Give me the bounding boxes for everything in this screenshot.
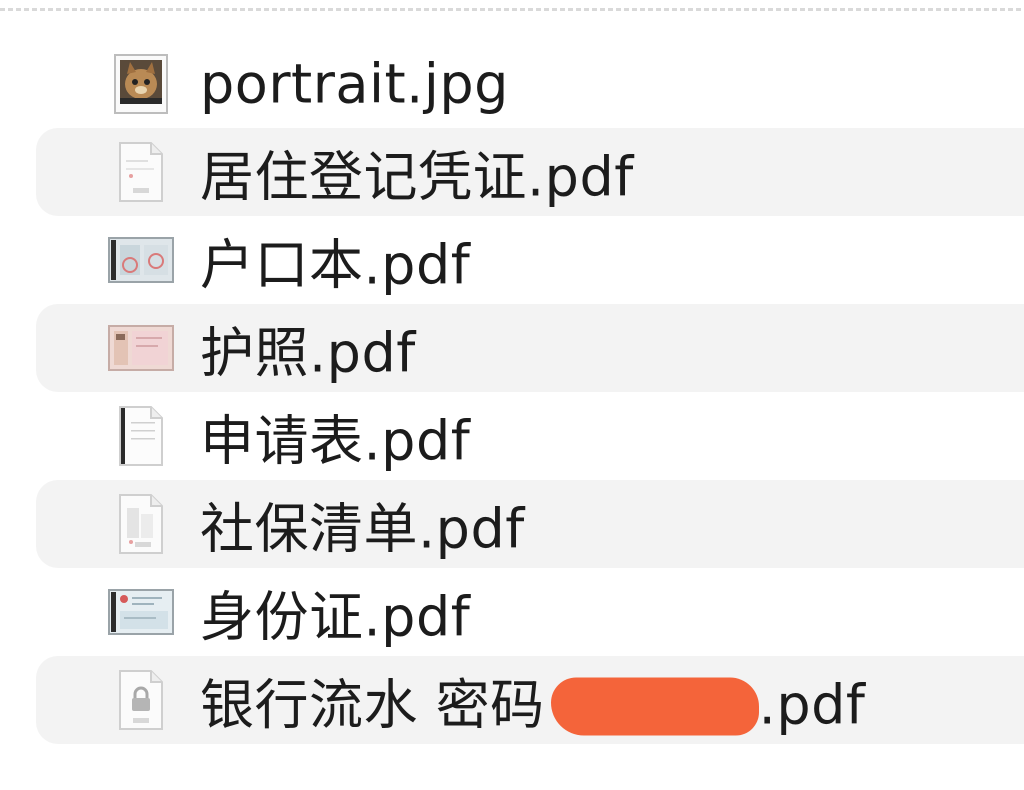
file-name: 居住登记凭证.pdf <box>200 145 634 209</box>
file-row-social-security-list[interactable]: 社保清单.pdf <box>36 480 1024 568</box>
pdf-thumbnail-icon <box>108 315 174 381</box>
top-divider <box>0 8 1024 11</box>
locked-pdf-icon <box>108 667 174 733</box>
file-name: 社保清单.pdf <box>200 497 525 561</box>
file-row-residence-certificate[interactable]: 居住登记凭证.pdf <box>36 128 1024 216</box>
pdf-document-icon <box>108 491 174 557</box>
file-list: portrait.jpg 居住登记凭证.pdf 户口本.pdf 护照.pdf 申… <box>0 40 1024 744</box>
file-row-household-register[interactable]: 户口本.pdf <box>36 216 1024 304</box>
file-name-prefix: 银行流水 密码 <box>200 673 545 737</box>
file-row-passport[interactable]: 护照.pdf <box>36 304 1024 392</box>
file-row-application-form[interactable]: 申请表.pdf <box>36 392 1024 480</box>
pdf-document-icon <box>108 403 174 469</box>
pdf-document-icon <box>108 139 174 205</box>
file-name-suffix: .pdf <box>758 673 866 737</box>
file-name: 护照.pdf <box>200 321 416 385</box>
file-row-bank-statement[interactable]: 银行流水 密码 .pdf <box>36 656 1024 744</box>
file-row-id-card[interactable]: 身份证.pdf <box>36 568 1024 656</box>
file-name: 银行流水 密码 .pdf <box>200 661 865 740</box>
redaction-mark <box>550 677 759 736</box>
pdf-thumbnail-icon <box>108 227 174 293</box>
file-name: 户口本.pdf <box>200 233 471 297</box>
file-row-portrait[interactable]: portrait.jpg <box>36 40 1024 128</box>
file-name: portrait.jpg <box>200 52 509 116</box>
file-name: 身份证.pdf <box>200 585 471 649</box>
file-name: 申请表.pdf <box>200 409 471 473</box>
pdf-thumbnail-icon <box>108 579 174 645</box>
image-thumbnail-icon <box>108 51 174 117</box>
